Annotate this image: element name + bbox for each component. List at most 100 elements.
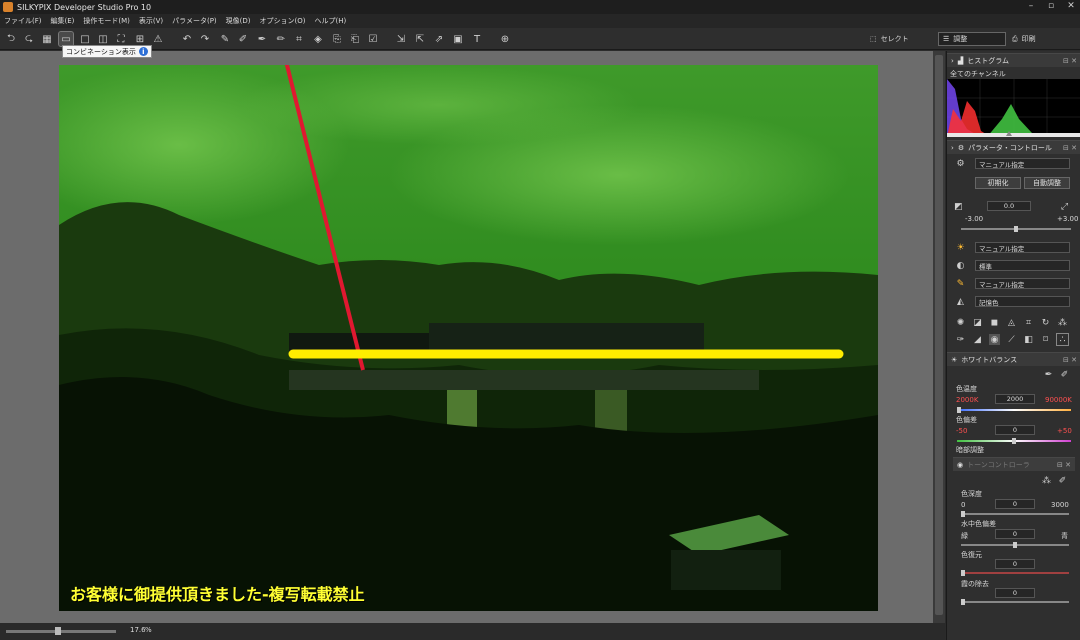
- tint-slider-knob[interactable]: [1012, 438, 1016, 444]
- collapse-icon[interactable]: ›: [951, 57, 954, 65]
- print-mode[interactable]: ⎙ 印刷: [1012, 32, 1036, 46]
- text-tool-icon[interactable]: T: [470, 32, 484, 46]
- pencil-icon[interactable]: ✏: [274, 32, 288, 46]
- hshift-slider[interactable]: [961, 542, 1069, 548]
- menu-help[interactable]: ヘルプ(H): [315, 16, 347, 26]
- restore-slider[interactable]: [961, 570, 1069, 576]
- thumbnail-view-icon[interactable]: ▦: [40, 32, 54, 46]
- brightness-tool-icon[interactable]: ✺: [955, 317, 966, 328]
- menu-develop[interactable]: 現像(D): [226, 16, 251, 26]
- histogram-channel[interactable]: 全てのチャンネル: [950, 69, 1006, 79]
- zoom-value[interactable]: 17.6: [130, 626, 146, 634]
- menu-option[interactable]: オプション(O): [260, 16, 306, 26]
- tone-controller-header[interactable]: ◉ トーンコントローラ ⊟ ✕: [953, 457, 1075, 471]
- panel-pin-icon[interactable]: ⊟ ✕: [1063, 356, 1077, 364]
- brush-icon[interactable]: ✐: [236, 32, 250, 46]
- wb-dropper-icon[interactable]: ✒: [1043, 369, 1054, 380]
- develop-check-icon[interactable]: ☑: [366, 32, 380, 46]
- color-tool-icon[interactable]: ◼: [989, 317, 1000, 328]
- restore-button[interactable]: ▫: [1046, 1, 1056, 11]
- pen-icon[interactable]: ✎: [218, 32, 232, 46]
- warning-icon[interactable]: ⚠: [151, 32, 165, 46]
- zoom-slider[interactable]: [6, 627, 116, 635]
- dropper-icon[interactable]: ✒: [255, 32, 269, 46]
- crop-tool-icon[interactable]: ⌑: [1040, 334, 1051, 345]
- exposure-slider[interactable]: [961, 226, 1071, 232]
- menu-edit[interactable]: 編集(E): [51, 16, 75, 26]
- eye-icon[interactable]: ◉: [957, 461, 963, 469]
- exposure-reset-icon[interactable]: ⤢: [1059, 201, 1070, 212]
- share-icon[interactable]: ⇱: [413, 32, 427, 46]
- scrollbar-thumb[interactable]: [935, 55, 943, 615]
- curve-tool-icon[interactable]: ◪: [972, 317, 983, 328]
- collapse-icon[interactable]: ›: [951, 144, 954, 152]
- single-view-icon[interactable]: □: [78, 32, 92, 46]
- initialize-button[interactable]: 初期化: [975, 177, 1021, 189]
- paste-icon[interactable]: ⎗: [348, 32, 362, 46]
- depth-slider-knob[interactable]: [961, 511, 965, 517]
- eye-tool-icon[interactable]: ◉: [989, 334, 1000, 345]
- export-icon[interactable]: ⇲: [394, 32, 408, 46]
- picker-icon[interactable]: ✐: [1057, 475, 1068, 486]
- paint-tool-icon[interactable]: ✑: [955, 334, 966, 345]
- dots-tool-icon[interactable]: ∴: [1056, 333, 1069, 346]
- zoom-tool-icon[interactable]: ⊕: [498, 32, 512, 46]
- fullscreen-icon[interactable]: ⛶: [114, 32, 128, 46]
- rotate-right-icon[interactable]: ↷: [198, 32, 212, 46]
- params-header[interactable]: › ⚙ パラメータ・コントロール ⊟ ✕: [947, 140, 1080, 154]
- memory-color-select[interactable]: 記憶色: [975, 296, 1070, 307]
- exposure-value[interactable]: 0.0: [987, 201, 1031, 211]
- photo-preview[interactable]: お客様に御提供頂きました-複写転載禁止: [59, 65, 878, 611]
- vertical-scrollbar[interactable]: [933, 51, 945, 623]
- wb-header[interactable]: ☀ ホワイトバランス ⊟ ✕: [947, 352, 1080, 366]
- minimize-button[interactable]: –: [1026, 1, 1036, 11]
- copy-icon[interactable]: ⎘: [330, 32, 344, 46]
- gradient-tool-icon[interactable]: ◢: [972, 334, 983, 345]
- panel-pin-icon[interactable]: ⊟ ✕: [1057, 461, 1071, 469]
- rotate-tool-icon[interactable]: ↻: [1040, 317, 1051, 328]
- close-button[interactable]: ✕: [1066, 1, 1076, 11]
- restore-value[interactable]: 0: [995, 559, 1035, 569]
- menu-file[interactable]: ファイル(F): [4, 16, 42, 26]
- menu-parameter[interactable]: パラメータ(P): [172, 16, 216, 26]
- temp-value[interactable]: 2000: [995, 394, 1035, 404]
- menu-view[interactable]: 表示(V): [139, 16, 163, 26]
- menu-mode[interactable]: 操作モード(M): [83, 16, 130, 26]
- compare-view-icon[interactable]: ◫: [96, 32, 110, 46]
- layers-icon[interactable]: ◈: [311, 32, 325, 46]
- tint-slider[interactable]: [957, 438, 1071, 444]
- tint-value[interactable]: 0: [995, 425, 1035, 435]
- grid-icon[interactable]: ⊞: [133, 32, 147, 46]
- line-tool-icon[interactable]: ⟋: [1006, 334, 1017, 345]
- transform-tool-icon[interactable]: ⌗: [1023, 317, 1034, 328]
- panel-pin-icon[interactable]: ⊟ ✕: [1063, 57, 1077, 65]
- depth-slider[interactable]: [961, 511, 1069, 517]
- zoom-slider-knob[interactable]: [55, 627, 61, 635]
- temp-slider[interactable]: [957, 407, 1071, 413]
- send-icon[interactable]: ⇗: [432, 32, 446, 46]
- crop-icon[interactable]: ⌗: [292, 32, 306, 46]
- adjust-mode[interactable]: ☰ 調整: [938, 32, 1006, 46]
- hsl-tool-icon[interactable]: ◬: [1006, 317, 1017, 328]
- preset-select[interactable]: マニュアル指定: [975, 158, 1070, 169]
- rotate-left-icon[interactable]: ↶: [180, 32, 194, 46]
- tone-select[interactable]: マニュアル指定: [975, 242, 1070, 253]
- exposure-slider-knob[interactable]: [1014, 226, 1018, 232]
- haze-slider-knob[interactable]: [961, 599, 965, 605]
- fx-tool-icon[interactable]: ⁂: [1057, 317, 1068, 328]
- wb-picker-icon[interactable]: ✐: [1059, 369, 1070, 380]
- screen-icon[interactable]: ▣: [451, 32, 465, 46]
- fx-icon[interactable]: ⁂: [1041, 475, 1052, 486]
- restore-slider-knob[interactable]: [961, 570, 965, 576]
- haze-slider[interactable]: [961, 599, 1069, 605]
- depth-value[interactable]: 0: [995, 499, 1035, 509]
- combination-view-icon[interactable]: ▭: [58, 31, 74, 47]
- histogram-header[interactable]: › ▟ ヒストグラム ⊟ ✕: [947, 53, 1080, 67]
- clone-tool-icon[interactable]: ◧: [1023, 334, 1034, 345]
- haze-value[interactable]: 0: [995, 588, 1035, 598]
- undo-arrow-icon[interactable]: ⮌: [4, 32, 18, 46]
- temp-slider-knob[interactable]: [957, 407, 961, 413]
- select-mode[interactable]: ⬚ セレクト: [870, 32, 909, 46]
- redo-arrow-icon[interactable]: ⮎: [22, 32, 36, 46]
- hshift-value[interactable]: 0: [995, 529, 1035, 539]
